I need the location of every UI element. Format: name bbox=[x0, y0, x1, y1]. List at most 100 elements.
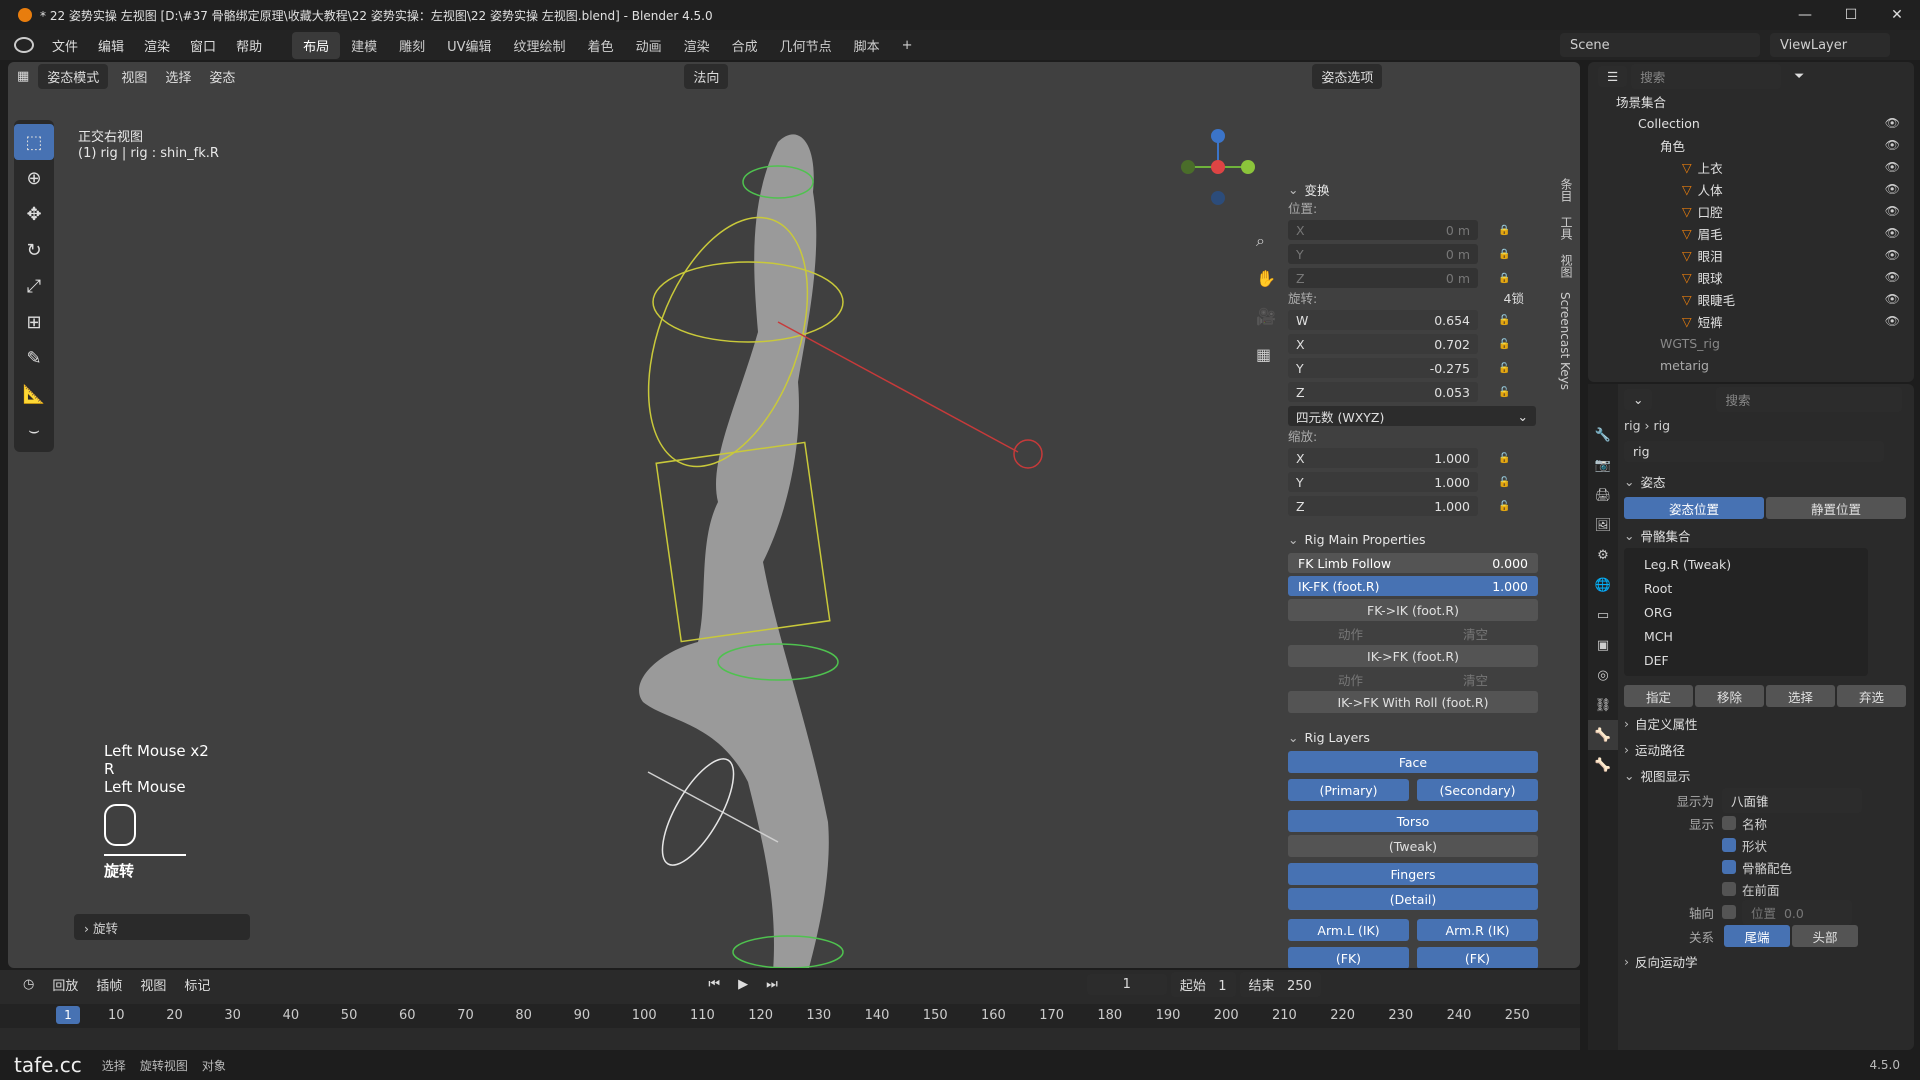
ik-to-fk-button[interactable]: IK->FK (foot.R) bbox=[1288, 645, 1538, 667]
measure-icon[interactable]: 📐 bbox=[14, 376, 54, 412]
rig-main-header[interactable]: Rig Main Properties bbox=[1288, 528, 1558, 550]
inverse-kinematics-header[interactable]: 反向运动学 bbox=[1624, 948, 1906, 974]
tab-sculpting[interactable]: 雕刻 bbox=[388, 32, 436, 59]
eye-icon[interactable]: 👁 bbox=[1885, 182, 1900, 196]
menu-select[interactable]: 选择 bbox=[156, 64, 200, 89]
rot-w-field[interactable]: W 0.654 bbox=[1288, 310, 1478, 330]
rotation-mode-dropdown[interactable]: 四元数 (WXYZ) ⌄ bbox=[1288, 406, 1536, 426]
loc-z-field[interactable]: Z0 m bbox=[1288, 268, 1478, 288]
view-layer-tab-icon[interactable]: 🖼 bbox=[1588, 510, 1618, 540]
eye-icon[interactable]: 👁 bbox=[1885, 314, 1900, 328]
names-checkbox[interactable] bbox=[1722, 816, 1736, 830]
collection-row[interactable]: Root bbox=[1624, 576, 1868, 600]
mode-selector[interactable]: 姿态模式 bbox=[38, 63, 109, 89]
jump-start-icon[interactable]: ⏮ bbox=[699, 974, 729, 995]
lock-icon[interactable]: 🔓 bbox=[1498, 501, 1516, 512]
loc-y-field[interactable]: Y0 m bbox=[1288, 244, 1478, 264]
camera-icon[interactable]: 🎥 bbox=[1256, 298, 1276, 336]
bone-collections-header[interactable]: 骨骼集合 bbox=[1624, 522, 1906, 548]
pose-section-header[interactable]: 姿态 bbox=[1624, 468, 1906, 494]
lock-icon[interactable]: 🔒 bbox=[1498, 225, 1516, 236]
role-collection[interactable]: 角色 bbox=[1660, 136, 1685, 155]
editor-type-icon[interactable]: ◷ bbox=[14, 974, 43, 995]
rig-figure[interactable] bbox=[548, 82, 1108, 968]
outliner-item[interactable]: 眼睫毛 bbox=[1698, 290, 1736, 309]
action-button[interactable]: 动作 bbox=[1338, 624, 1363, 643]
scale-y-field[interactable]: Y 1.000 bbox=[1288, 472, 1478, 492]
output-tab-icon[interactable]: 🖨 bbox=[1588, 480, 1618, 510]
tail-button[interactable]: 尾端 bbox=[1724, 925, 1790, 947]
viewport-display-header[interactable]: 视图显示 bbox=[1624, 762, 1906, 788]
bone-colors-checkbox[interactable] bbox=[1722, 860, 1736, 874]
layer-arm-l-fk-button[interactable]: (FK) bbox=[1288, 947, 1409, 968]
tool-tab-icon[interactable]: 🔧 bbox=[1588, 420, 1618, 450]
transform-header[interactable]: 变换 bbox=[1288, 178, 1558, 200]
cursor-icon[interactable]: ⊕ bbox=[14, 160, 54, 196]
blender-menu-icon[interactable] bbox=[14, 37, 34, 53]
layer-fingers-button[interactable]: Fingers bbox=[1288, 863, 1538, 885]
close-icon[interactable]: ✕ bbox=[1874, 0, 1920, 30]
tab-scripting[interactable]: 脚本 bbox=[843, 32, 891, 59]
outliner-item[interactable]: 眉毛 bbox=[1698, 224, 1723, 243]
editor-type-icon[interactable]: ⌄ bbox=[1624, 388, 1653, 410]
world-tab-icon[interactable]: 🌐 bbox=[1588, 570, 1618, 600]
bone-tab-icon[interactable]: 🦴 bbox=[1588, 750, 1618, 780]
collection-row[interactable]: MCH bbox=[1624, 624, 1868, 648]
menu-render[interactable]: 渲染 bbox=[134, 36, 180, 55]
tab-geometry-nodes[interactable]: 几何节点 bbox=[769, 32, 843, 59]
shapes-checkbox[interactable] bbox=[1722, 838, 1736, 852]
eye-icon[interactable]: 👁 bbox=[1885, 138, 1900, 152]
lock-icon[interactable]: 🔒 bbox=[1498, 249, 1516, 260]
lock-icon[interactable]: 🔓 bbox=[1498, 387, 1516, 398]
constraints-tab-icon[interactable]: ⛓ bbox=[1588, 690, 1618, 720]
rotation-lock-mode[interactable]: 4锁 bbox=[1504, 290, 1524, 308]
layer-arm-r-fk-button[interactable]: (FK) bbox=[1417, 947, 1538, 968]
fk-limb-follow-slider[interactable]: FK Limb Follow 0.000 bbox=[1288, 553, 1538, 573]
assign-button[interactable]: 指定 bbox=[1624, 685, 1693, 707]
scale-x-field[interactable]: X 1.000 bbox=[1288, 448, 1478, 468]
current-frame-field[interactable]: 1 bbox=[1086, 973, 1167, 995]
fk-to-ik-button[interactable]: FK->IK (foot.R) bbox=[1288, 599, 1538, 621]
menu-window[interactable]: 窗口 bbox=[180, 36, 226, 55]
rotate-icon[interactable]: ↻ bbox=[14, 232, 54, 268]
menu-playback[interactable]: 回放 bbox=[43, 972, 87, 997]
in-front-checkbox[interactable] bbox=[1722, 882, 1736, 896]
scene-tab-icon[interactable]: ⚙ bbox=[1588, 540, 1618, 570]
viewlayer-selector[interactable]: ViewLayer bbox=[1770, 33, 1890, 57]
tab-tool[interactable]: 工具 bbox=[1558, 216, 1575, 240]
outliner-item[interactable]: 口腔 bbox=[1698, 202, 1723, 221]
axes-checkbox[interactable] bbox=[1722, 905, 1736, 919]
clear-button[interactable]: 清空 bbox=[1463, 624, 1488, 643]
menu-view[interactable]: 视图 bbox=[131, 972, 175, 997]
layer-tweak-button[interactable]: (Tweak) bbox=[1288, 835, 1538, 857]
display-mode-icon[interactable]: ☰ bbox=[1598, 65, 1628, 87]
eye-icon[interactable]: 👁 bbox=[1885, 204, 1900, 218]
play-icon[interactable]: ▶ bbox=[729, 974, 757, 995]
tab-shading[interactable]: 着色 bbox=[577, 32, 625, 59]
lock-icon[interactable]: 🔓 bbox=[1498, 453, 1516, 464]
ik-fk-slider[interactable]: IK-FK (foot.R) 1.000 bbox=[1288, 576, 1538, 596]
eye-icon[interactable]: 👁 bbox=[1885, 116, 1900, 130]
rot-z-field[interactable]: Z 0.053 bbox=[1288, 382, 1478, 402]
frame-ruler[interactable]: 10 20 30 40 50 60 70 80 90 100 110 120 130 140 150 160 1… bbox=[0, 1004, 1580, 1028]
scene-collection[interactable]: 场景集合 bbox=[1616, 92, 1666, 111]
lock-icon[interactable]: 🔓 bbox=[1498, 363, 1516, 374]
layer-arm-r-ik-button[interactable]: Arm.R (IK) bbox=[1417, 919, 1538, 941]
tab-texture-paint[interactable]: 纹理绘制 bbox=[503, 32, 577, 59]
outliner-item[interactable]: 短裤 bbox=[1698, 312, 1723, 331]
layer-detail-button[interactable]: (Detail) bbox=[1288, 888, 1538, 910]
ik-to-fk-roll-button[interactable]: IK->FK With Roll (foot.R) bbox=[1288, 691, 1538, 713]
pose-position-button[interactable]: 姿态位置 bbox=[1624, 497, 1764, 519]
remove-button[interactable]: 移除 bbox=[1695, 685, 1764, 707]
transform-icon[interactable]: ⊞ bbox=[14, 304, 54, 340]
lock-icon[interactable]: 🔒 bbox=[1498, 273, 1516, 284]
menu-marker[interactable]: 标记 bbox=[175, 972, 219, 997]
scale-icon[interactable]: ⤢ bbox=[14, 268, 54, 304]
pan-hand-icon[interactable]: ✋ bbox=[1256, 260, 1276, 298]
metarig-item[interactable]: metarig bbox=[1660, 358, 1709, 373]
head-button[interactable]: 头部 bbox=[1792, 925, 1858, 947]
bone-bend-icon[interactable]: ⌣ bbox=[14, 412, 54, 448]
tab-layout[interactable]: 布局 bbox=[292, 31, 341, 59]
outliner-item[interactable]: 人体 bbox=[1698, 180, 1723, 199]
tab-modeling[interactable]: 建模 bbox=[340, 32, 388, 59]
